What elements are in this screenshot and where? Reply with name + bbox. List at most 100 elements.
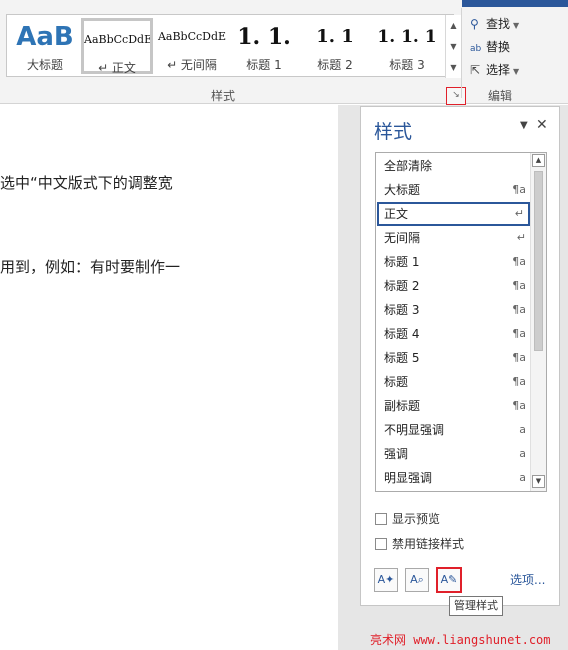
select-button[interactable]: ⇱ 选择 ▼ — [470, 60, 519, 80]
manage-styles-button[interactable]: A✎ — [436, 567, 462, 593]
style-item-label: 强调 — [384, 447, 409, 461]
group-divider — [461, 8, 462, 98]
watermark: 亮术网 www.liangshunet.com — [370, 633, 551, 647]
cursor-arrow-icon: ⇱ — [470, 63, 481, 77]
pane-options-chevron-icon[interactable]: ▼ — [520, 120, 528, 131]
style-item-da-biaoti[interactable]: 大标题 ¶a — [377, 178, 530, 202]
linked-style-icon: ¶a — [512, 399, 526, 412]
gallery-more-icon[interactable]: ▼ — [446, 57, 461, 78]
gallery-style-heading-1[interactable]: 1. 1. 标题 1 — [228, 18, 300, 74]
style-item-label: 标题 3 — [384, 303, 420, 317]
linked-style-icon: ¶a — [512, 279, 526, 292]
style-item-wu-jiange[interactable]: 无间隔 ↵ — [377, 226, 530, 250]
gallery-preview: AaBbCcDdE — [157, 30, 227, 43]
style-item-label: 标题 5 — [384, 351, 420, 365]
character-style-icon: a — [519, 471, 526, 484]
gallery-style-da-biaoti[interactable]: AaB 大标题 — [9, 18, 81, 74]
disable-linked-label: 禁用链接样式 — [392, 537, 465, 551]
linked-style-icon: ¶a — [512, 375, 526, 388]
style-item-label: 不明显强调 — [384, 423, 445, 437]
gallery-preview: AaBbCcDdE — [84, 33, 150, 46]
style-item-zhengwen[interactable]: 正文 ↵ — [377, 202, 530, 226]
scrollbar-thumb[interactable] — [534, 171, 543, 351]
styles-pane: 样式 ▼ ✕ 全部清除 大标题 ¶a 正文 ↵ 无间隔 ↵ 标题 1 ¶a 标题 2 ¶a… — [360, 106, 560, 606]
styles-list: 全部清除 大标题 ¶a 正文 ↵ 无间隔 ↵ 标题 1 ¶a 标题 2 ¶a 标题 3 ¶a… — [375, 152, 547, 492]
gallery-style-zhengwen[interactable]: AaBbCcDdE ↵ 正文 — [81, 18, 153, 75]
style-item-label: 标题 1 — [384, 255, 420, 269]
scroll-up-icon[interactable]: ▲ — [532, 154, 545, 167]
gallery-name: 标题 3 — [389, 58, 425, 72]
gallery-style-heading-3[interactable]: 1. 1. 1 标题 3 — [371, 18, 443, 74]
style-item-label: 无间隔 — [384, 231, 421, 245]
search-icon: ⚲ — [470, 17, 479, 31]
style-item-subtitle[interactable]: 副标题 ¶a — [377, 394, 530, 418]
style-item-heading-3[interactable]: 标题 3 ¶a — [377, 298, 530, 322]
chevron-down-icon: ▼ — [513, 67, 520, 76]
style-item-heading-4[interactable]: 标题 4 ¶a — [377, 322, 530, 346]
find-button[interactable]: ⚲ 查找 ▼ — [470, 14, 519, 34]
gallery-preview: 1. 1. 1 — [377, 27, 437, 47]
replace-label: 替换 — [486, 40, 511, 54]
style-item-label: 明显强调 — [384, 471, 433, 485]
style-item-label: 标题 — [384, 375, 409, 389]
styles-dialog-launcher[interactable]: ↘ — [446, 87, 466, 105]
checkbox-box[interactable] — [375, 513, 387, 525]
gallery-name: ↵ 正文 — [98, 61, 136, 75]
linked-style-icon: ¶a — [512, 327, 526, 340]
style-item-emphasis[interactable]: 强调 a — [377, 442, 530, 466]
chevron-down-icon: ▼ — [513, 21, 520, 30]
style-item-heading-2[interactable]: 标题 2 ¶a — [377, 274, 530, 298]
replace-icon: ab — [470, 44, 482, 54]
gallery-down-icon[interactable]: ▼ — [446, 36, 461, 57]
launcher-arrow-icon: ↘ — [452, 90, 460, 100]
styles-group-label: 样式 — [211, 89, 236, 103]
new-style-icon: A✦ — [377, 573, 395, 586]
disable-linked-styles-checkbox[interactable]: 禁用链接样式 — [375, 535, 464, 553]
gallery-style-heading-2[interactable]: 1. 1 标题 2 — [299, 18, 371, 74]
manage-styles-icon: A✎ — [440, 573, 458, 586]
linked-style-icon: ¶a — [512, 255, 526, 268]
find-label: 查找 — [486, 17, 511, 31]
document-text-line: 选中“中文版式下的调整宽 — [0, 174, 173, 192]
replace-button[interactable]: ab 替换 — [470, 37, 510, 57]
linked-style-icon: ¶a — [512, 183, 526, 196]
styles-gallery: AaB 大标题 AaBbCcDdE ↵ 正文 AaBbCcDdE ↵ 无间隔 1… — [6, 14, 461, 78]
style-item-label: 标题 4 — [384, 327, 420, 341]
new-style-button[interactable]: A✦ — [374, 568, 398, 592]
gallery-style-wu-jiange[interactable]: AaBbCcDdE ↵ 无间隔 — [156, 18, 228, 74]
show-preview-checkbox[interactable]: 显示预览 — [375, 510, 440, 528]
style-item-intense-emphasis[interactable]: 明显强调 a — [377, 466, 530, 490]
gallery-name: 大标题 — [26, 58, 63, 72]
style-item-title[interactable]: 标题 ¶a — [377, 370, 530, 394]
checkbox-box[interactable] — [375, 538, 387, 550]
character-style-icon: a — [519, 423, 526, 436]
style-inspector-icon: A⌕ — [410, 573, 424, 586]
document-text-line: 用到，例如：有时要制作一 — [0, 258, 181, 276]
gallery-up-icon[interactable]: ▲ — [446, 15, 461, 36]
paragraph-style-icon: ↵ — [514, 207, 524, 220]
style-item-label: 正文 — [384, 207, 409, 221]
style-item-clear-all[interactable]: 全部清除 — [377, 154, 530, 178]
select-label: 选择 — [486, 63, 511, 77]
styles-pane-title: 样式 — [374, 121, 413, 143]
options-link[interactable]: 选项... — [510, 571, 545, 588]
editing-group-label: 编辑 — [488, 89, 513, 103]
linked-style-icon: ¶a — [512, 303, 526, 316]
linked-style-icon: ¶a — [512, 351, 526, 364]
paragraph-style-icon: ↵ — [516, 231, 526, 244]
gallery-name: 标题 1 — [246, 58, 282, 72]
ribbon: AaB 大标题 AaBbCcDdE ↵ 正文 AaBbCcDdE ↵ 无间隔 1… — [0, 0, 568, 105]
style-item-label: 全部清除 — [384, 159, 433, 173]
close-icon[interactable]: ✕ — [536, 117, 548, 133]
gallery-preview: AaB — [16, 22, 74, 52]
styles-list-scrollbar[interactable]: ▲ ▼ — [530, 153, 546, 491]
style-item-subtle-emphasis[interactable]: 不明显强调 a — [377, 418, 530, 442]
scroll-down-icon[interactable]: ▼ — [532, 475, 545, 488]
document-page[interactable]: 选中“中文版式下的调整宽 用到，例如：有时要制作一 — [0, 105, 338, 650]
style-inspector-button[interactable]: A⌕ — [405, 568, 429, 592]
style-item-label: 标题 2 — [384, 279, 420, 293]
style-item-label: 副标题 — [384, 399, 421, 413]
character-style-icon: a — [519, 447, 526, 460]
style-item-heading-5[interactable]: 标题 5 ¶a — [377, 346, 530, 370]
style-item-heading-1[interactable]: 标题 1 ¶a — [377, 250, 530, 274]
